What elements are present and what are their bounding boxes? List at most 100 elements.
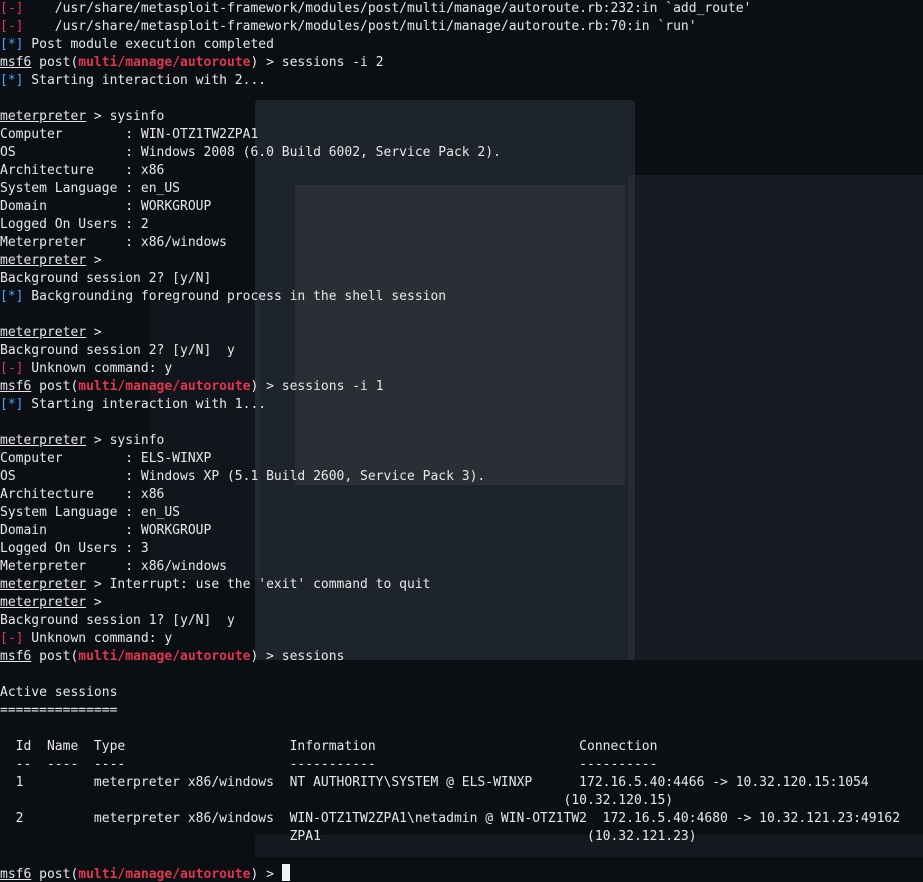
line-text: Computer : ELS-WINXP [0, 451, 212, 466]
line-text: Meterpreter : x86/windows [0, 559, 227, 574]
line-text: /usr/share/metasploit-framework/modules/… [23, 19, 697, 34]
line-text: OS : Windows XP (5.1 Build 2600, Service… [0, 469, 486, 484]
terminal-line: meterpreter > Interrupt: use the 'exit' … [0, 576, 923, 594]
line-text: Unknown command: y [23, 631, 173, 646]
msf-prompt: msf6 [0, 55, 32, 70]
line-text: > sessions -i 2 [258, 55, 384, 70]
line-text: Unknown command: y [23, 361, 173, 376]
terminal-output[interactable]: [-] /usr/share/metasploit-framework/modu… [0, 0, 923, 882]
line-text: > [86, 253, 102, 268]
meterpreter-prompt: meterpreter [0, 595, 87, 610]
terminal-line: (10.32.120.15) [0, 792, 923, 810]
terminal-line: Background session 2? [y/N] [0, 270, 923, 288]
meterpreter-prompt: meterpreter [0, 325, 87, 340]
terminal-line: System Language : en_US [0, 504, 923, 522]
line-text: OS : Windows 2008 (6.0 Build 6002, Servi… [0, 145, 501, 160]
error-tag: [-] [0, 631, 24, 646]
error-tag: [-] [0, 361, 24, 376]
terminal-line: meterpreter > [0, 324, 923, 342]
info-tag: [*] [0, 397, 24, 412]
line-text: Background session 2? [y/N] [0, 271, 212, 286]
line-text: > [86, 595, 102, 610]
terminal-line: Architecture : x86 [0, 486, 923, 504]
terminal-line: Logged On Users : 3 [0, 540, 923, 558]
terminal-line: msf6 post(multi/manage/autoroute) > sess… [0, 378, 923, 396]
line-text: Id Name Type Information Connection [0, 739, 658, 754]
line-text: Logged On Users : 3 [0, 541, 149, 556]
meterpreter-prompt: meterpreter [0, 253, 87, 268]
line-text: =============== [0, 703, 118, 718]
line-text: Architecture : x86 [0, 163, 165, 178]
line-text: Active sessions [0, 685, 118, 700]
text-cursor[interactable] [281, 864, 290, 881]
line-text: (10.32.120.15) [0, 793, 674, 808]
terminal-line: 2 meterpreter x86/windows WIN-OTZ1TW2ZPA… [0, 810, 923, 828]
terminal-line: OS : Windows XP (5.1 Build 2600, Service… [0, 468, 923, 486]
msf-module-name: multi/manage/autoroute [78, 379, 251, 394]
terminal-line: Computer : WIN-OTZ1TW2ZPA1 [0, 126, 923, 144]
terminal-line: meterpreter > sysinfo [0, 108, 923, 126]
terminal-line: [*] Post module execution completed [0, 36, 923, 54]
msf-post-label: post( [31, 379, 79, 394]
terminal-line: =============== [0, 702, 923, 720]
terminal-line: msf6 post(multi/manage/autoroute) > [0, 864, 923, 882]
line-text: > [86, 325, 102, 340]
line-text: Starting interaction with 2... [23, 73, 267, 88]
terminal-line: [-] /usr/share/metasploit-framework/modu… [0, 18, 923, 36]
terminal-line: Background session 2? [y/N] y [0, 342, 923, 360]
terminal-line: [-] /usr/share/metasploit-framework/modu… [0, 0, 923, 18]
terminal-line: Id Name Type Information Connection [0, 738, 923, 756]
error-tag: [-] [0, 1, 24, 16]
line-text: Logged On Users : 2 [0, 217, 149, 232]
terminal-line: Meterpreter : x86/windows [0, 234, 923, 252]
terminal-line: meterpreter > [0, 252, 923, 270]
terminal-line: [*] Starting interaction with 2... [0, 72, 923, 90]
line-text: Computer : WIN-OTZ1TW2ZPA1 [0, 127, 259, 142]
line-text: > Interrupt: use the 'exit' command to q… [86, 577, 431, 592]
terminal-line: -- ---- ---- ----------- ---------- [0, 756, 923, 774]
terminal-line: Computer : ELS-WINXP [0, 450, 923, 468]
line-text: /usr/share/metasploit-framework/modules/… [23, 1, 752, 16]
line-text: Architecture : x86 [0, 487, 165, 502]
msf-post-label: post( [31, 867, 79, 882]
line-text: Meterpreter : x86/windows [0, 235, 227, 250]
info-tag: [*] [0, 73, 24, 88]
terminal-line: [-] Unknown command: y [0, 360, 923, 378]
terminal-line: [*] Starting interaction with 1... [0, 396, 923, 414]
meterpreter-prompt: meterpreter [0, 577, 87, 592]
msf-prompt: msf6 [0, 649, 32, 664]
line-text: > sysinfo [86, 433, 165, 448]
error-tag: [-] [0, 19, 24, 34]
line-text: 1 meterpreter x86/windows NT AUTHORITY\S… [0, 775, 869, 790]
line-text: Backgrounding foreground process in the … [23, 289, 447, 304]
terminal-line: msf6 post(multi/manage/autoroute) > sess… [0, 54, 923, 72]
line-text: > sysinfo [86, 109, 165, 124]
terminal-line: System Language : en_US [0, 180, 923, 198]
terminal-line: 1 meterpreter x86/windows NT AUTHORITY\S… [0, 774, 923, 792]
meterpreter-prompt: meterpreter [0, 433, 87, 448]
terminal-line: Active sessions [0, 684, 923, 702]
terminal-line: msf6 post(multi/manage/autoroute) > sess… [0, 648, 923, 666]
line-text: > sessions [258, 649, 345, 664]
info-tag: [*] [0, 37, 24, 52]
terminal-line: Domain : WORKGROUP [0, 198, 923, 216]
terminal-line: [-] Unknown command: y [0, 630, 923, 648]
meterpreter-prompt: meterpreter [0, 109, 87, 124]
info-tag: [*] [0, 289, 24, 304]
msf-module-name: multi/manage/autoroute [78, 649, 251, 664]
line-text: System Language : en_US [0, 181, 181, 196]
terminal-line: meterpreter > sysinfo [0, 432, 923, 450]
terminal-line: Background session 1? [y/N] y [0, 612, 923, 630]
line-text: Starting interaction with 1... [23, 397, 267, 412]
line-text: Domain : WORKGROUP [0, 199, 212, 214]
terminal-line: [*] Backgrounding foreground process in … [0, 288, 923, 306]
line-text: Domain : WORKGROUP [0, 523, 212, 538]
terminal-line: Meterpreter : x86/windows [0, 558, 923, 576]
line-text: > [258, 867, 282, 882]
line-text: Background session 1? [y/N] y [0, 613, 235, 628]
